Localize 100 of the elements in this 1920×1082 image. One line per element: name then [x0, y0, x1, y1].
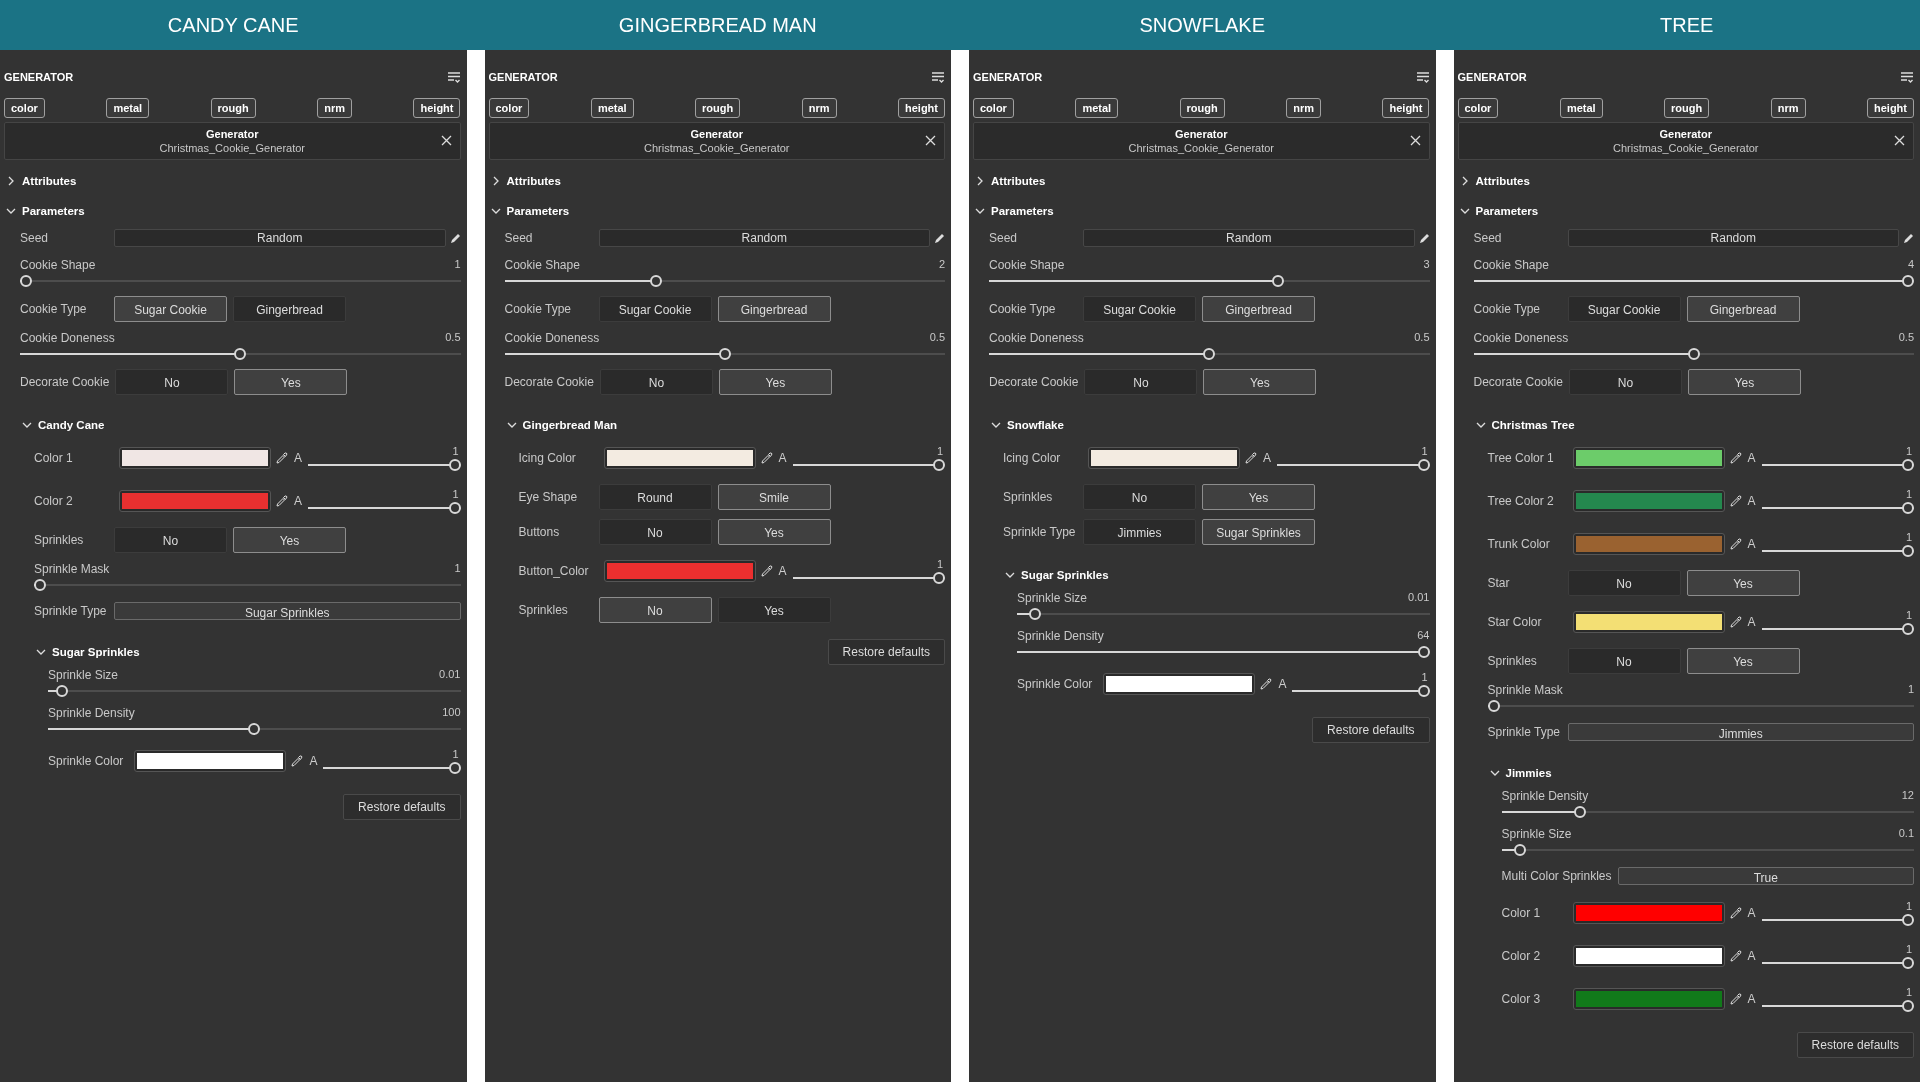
channel-button[interactable]: nrm: [1286, 98, 1321, 118]
toggle-option[interactable]: Sugar Cookie: [114, 296, 227, 322]
close-icon[interactable]: [1894, 135, 1905, 146]
channel-button[interactable]: metal: [1075, 98, 1119, 118]
slider-thumb[interactable]: [1487, 700, 1500, 712]
section-title[interactable]: Parameters: [22, 205, 85, 217]
menu-icon[interactable]: [931, 70, 945, 84]
toggle-option[interactable]: Sugar Cookie: [1083, 296, 1196, 322]
toggle-option[interactable]: Gingerbread: [233, 296, 346, 322]
toggle-option[interactable]: Yes: [1203, 369, 1317, 395]
chevron-icon[interactable]: [1005, 570, 1015, 580]
dropdown[interactable]: Sugar Sprinkles: [114, 602, 461, 620]
toggle-option[interactable]: Yes: [717, 597, 831, 623]
slider[interactable]: [308, 459, 461, 471]
restore-defaults-button[interactable]: Restore defaults: [827, 639, 945, 665]
eyedropper-icon[interactable]: [1729, 538, 1742, 550]
toggle-option[interactable]: No: [1567, 648, 1681, 674]
slider[interactable]: [989, 275, 1430, 287]
slider[interactable]: [48, 685, 461, 697]
section-title[interactable]: Gingerbread Man: [522, 419, 618, 431]
eyedropper-icon[interactable]: [1245, 452, 1257, 464]
slider[interactable]: [1761, 459, 1914, 471]
toggle-option[interactable]: No: [1568, 369, 1682, 395]
chevron-icon[interactable]: [506, 420, 517, 430]
slider[interactable]: [20, 275, 461, 287]
toggle-option[interactable]: Sugar Cookie: [1567, 296, 1681, 322]
chevron-icon[interactable]: [22, 420, 32, 430]
color-swatch[interactable]: [1104, 674, 1255, 694]
eyedropper-icon[interactable]: [276, 495, 288, 507]
color-swatch[interactable]: [1573, 946, 1724, 966]
eyedropper-icon[interactable]: [1729, 452, 1742, 464]
pencil-icon[interactable]: [1418, 232, 1430, 244]
slider-thumb[interactable]: [933, 572, 945, 584]
color-swatch[interactable]: [604, 448, 755, 468]
channel-button[interactable]: rough: [210, 98, 256, 118]
restore-defaults-button[interactable]: Restore defaults: [1796, 1032, 1914, 1058]
close-icon[interactable]: [440, 135, 452, 146]
slider[interactable]: [504, 348, 945, 360]
toggle-option[interactable]: Yes: [1686, 570, 1800, 596]
color-swatch[interactable]: [120, 448, 270, 468]
slider-thumb[interactable]: [1902, 545, 1914, 557]
toggle-option[interactable]: Yes: [1687, 369, 1801, 395]
slider[interactable]: [1473, 348, 1914, 360]
color-swatch[interactable]: [1573, 448, 1724, 468]
section-title[interactable]: Sugar Sprinkles: [52, 646, 140, 658]
menu-icon[interactable]: [1900, 70, 1914, 84]
channel-button[interactable]: rough: [1664, 98, 1710, 118]
pencil-icon[interactable]: [449, 232, 461, 244]
slider[interactable]: [308, 502, 461, 514]
toggle-option[interactable]: No: [1084, 369, 1198, 395]
chevron-icon[interactable]: [1459, 206, 1470, 216]
slider[interactable]: [48, 723, 461, 735]
toggle-option[interactable]: Gingerbread: [717, 296, 831, 322]
slider[interactable]: [1761, 502, 1914, 514]
toggle-option[interactable]: Gingerbread: [1202, 296, 1315, 322]
toggle-option[interactable]: No: [114, 527, 227, 553]
color-swatch[interactable]: [604, 561, 755, 581]
color-swatch[interactable]: [120, 491, 270, 511]
eyedropper-icon[interactable]: [760, 565, 773, 577]
eyedropper-icon[interactable]: [1729, 993, 1742, 1005]
slider[interactable]: [504, 275, 945, 287]
section-title[interactable]: Snowflake: [1007, 419, 1064, 431]
chevron-icon[interactable]: [975, 176, 985, 186]
slider[interactable]: [989, 348, 1430, 360]
slider-thumb[interactable]: [448, 459, 461, 471]
chevron-icon[interactable]: [36, 647, 46, 657]
dropdown[interactable]: Jimmies: [1567, 723, 1914, 741]
slider[interactable]: [1501, 806, 1914, 818]
toggle-option[interactable]: Yes: [717, 519, 831, 545]
slider[interactable]: [1501, 844, 1914, 856]
slider[interactable]: [323, 762, 461, 774]
section-title[interactable]: Candy Cane: [38, 419, 105, 431]
slider-thumb[interactable]: [234, 348, 247, 360]
section-title[interactable]: Attributes: [991, 175, 1046, 187]
toggle-option[interactable]: Yes: [718, 369, 832, 395]
menu-icon[interactable]: [1415, 70, 1430, 84]
channel-button[interactable]: height: [1382, 98, 1430, 118]
eyedropper-icon[interactable]: [1729, 950, 1742, 962]
slider[interactable]: [34, 579, 461, 591]
color-swatch[interactable]: [1573, 903, 1724, 923]
slider-thumb[interactable]: [448, 762, 461, 774]
channel-button[interactable]: height: [413, 98, 461, 118]
slider-thumb[interactable]: [1902, 275, 1914, 287]
chevron-icon[interactable]: [490, 206, 501, 216]
toggle-option[interactable]: Yes: [234, 369, 348, 395]
text-field[interactable]: Random: [598, 229, 930, 247]
channel-button[interactable]: color: [488, 98, 530, 118]
eyedropper-icon[interactable]: [1260, 678, 1273, 690]
channel-button[interactable]: color: [973, 98, 1014, 118]
toggle-option[interactable]: Round: [598, 484, 712, 510]
chevron-icon[interactable]: [6, 206, 16, 216]
section-title[interactable]: Parameters: [991, 205, 1054, 217]
toggle-option[interactable]: Smile: [717, 484, 831, 510]
slider[interactable]: [1292, 685, 1430, 697]
slider-thumb[interactable]: [1902, 459, 1914, 471]
slider-thumb[interactable]: [1203, 348, 1216, 360]
section-title[interactable]: Parameters: [1475, 205, 1539, 217]
toggle-option[interactable]: No: [598, 597, 712, 623]
section-title[interactable]: Attributes: [22, 175, 77, 187]
slider-thumb[interactable]: [1902, 914, 1914, 926]
